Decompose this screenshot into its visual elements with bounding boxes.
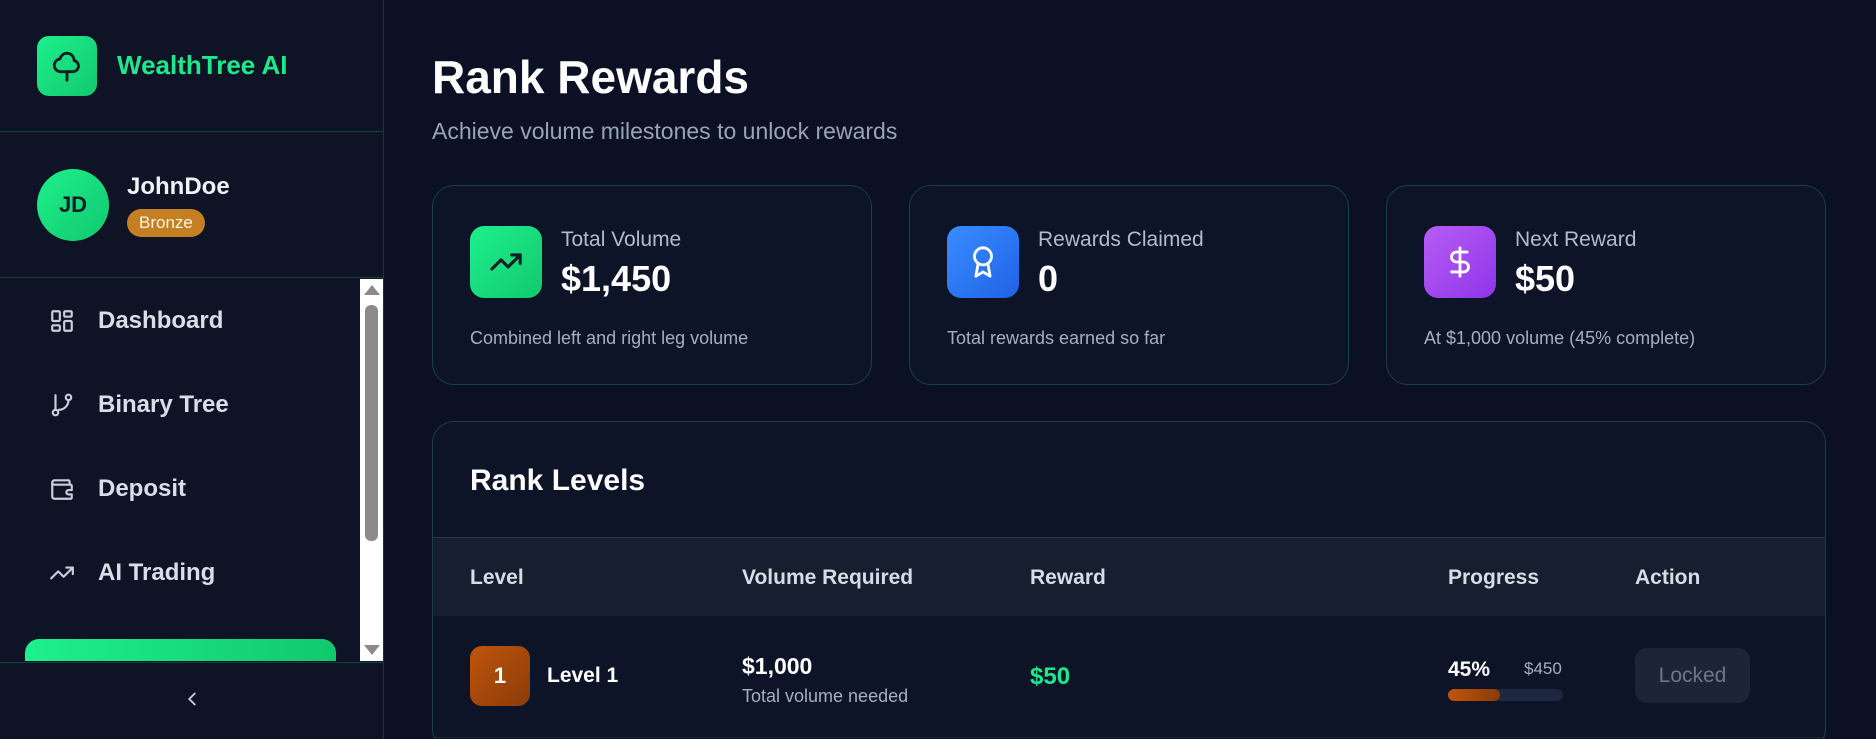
progress-bar bbox=[1448, 689, 1563, 701]
locked-button[interactable]: Locked bbox=[1635, 648, 1750, 703]
stat-value: 0 bbox=[1038, 258, 1059, 299]
chevron-left-icon bbox=[181, 688, 203, 715]
column-header-action: Action bbox=[1635, 566, 1701, 589]
column-header-progress: Progress bbox=[1448, 566, 1540, 589]
sidebar-item-label: Deposit bbox=[98, 475, 187, 502]
sidebar-item-active[interactable] bbox=[25, 639, 336, 661]
stat-label: Total Volume bbox=[561, 228, 682, 251]
rank-levels-panel: Rank Levels Level Volume Required Reward… bbox=[432, 421, 1826, 739]
level-badge: 1 bbox=[470, 646, 530, 706]
dashboard-icon bbox=[48, 307, 76, 335]
wallet-icon bbox=[48, 475, 76, 503]
scroll-down-arrow-icon[interactable] bbox=[364, 645, 380, 655]
stat-card-rewards-claimed: Rewards Claimed 0 Total rewards earned s… bbox=[909, 185, 1349, 385]
sidebar-item-dashboard[interactable]: Dashboard bbox=[0, 279, 360, 363]
scroll-up-arrow-icon[interactable] bbox=[364, 285, 380, 295]
column-header-volume: Volume Required bbox=[742, 566, 914, 589]
section-title: Rank Levels bbox=[470, 464, 646, 497]
scroll-thumb[interactable] bbox=[365, 305, 378, 541]
award-icon bbox=[947, 226, 1019, 298]
stat-label: Rewards Claimed bbox=[1038, 228, 1204, 251]
stat-value: $50 bbox=[1515, 258, 1576, 299]
volume-subtext: Total volume needed bbox=[742, 686, 909, 706]
page-title: Rank Rewards bbox=[432, 51, 750, 103]
dollar-icon bbox=[1424, 226, 1496, 298]
trending-up-icon bbox=[48, 559, 76, 587]
level-name: Level 1 bbox=[547, 664, 619, 687]
progress-amount: $450 bbox=[1524, 659, 1562, 678]
collapse-sidebar-button[interactable] bbox=[0, 662, 384, 739]
trending-up-icon bbox=[470, 226, 542, 298]
stat-description: Combined left and right leg volume bbox=[470, 328, 749, 348]
column-header-level: Level bbox=[470, 566, 524, 589]
brand[interactable]: WealthTree AI bbox=[0, 0, 383, 132]
sidebar-item-binary-tree[interactable]: Binary Tree bbox=[0, 363, 360, 447]
user-profile: JD JohnDoe Bronze bbox=[0, 132, 383, 278]
volume-required: $1,000 bbox=[742, 653, 813, 679]
stat-label: Next Reward bbox=[1515, 228, 1637, 251]
sidebar-item-label: Dashboard bbox=[98, 307, 224, 334]
stat-card-total-volume: Total Volume $1,450 Combined left and ri… bbox=[432, 185, 872, 385]
sidebar-nav: Dashboard Binary Tree Deposit AI Trading bbox=[0, 279, 360, 661]
column-header-reward: Reward bbox=[1030, 566, 1106, 589]
progress-percent: 45% bbox=[1448, 658, 1491, 681]
sidebar-item-ai-trading[interactable]: AI Trading bbox=[0, 531, 360, 615]
sidebar-item-label: AI Trading bbox=[98, 559, 216, 586]
table-row: 1 Level 1 $1,000 Total volume needed $50… bbox=[433, 616, 1825, 738]
page-subtitle: Achieve volume milestones to unlock rewa… bbox=[432, 118, 898, 144]
username: JohnDoe bbox=[127, 172, 230, 200]
progress-fill bbox=[1448, 689, 1500, 701]
stat-description: At $1,000 volume (45% complete) bbox=[1424, 328, 1696, 348]
sidebar-item-label: Binary Tree bbox=[98, 391, 229, 418]
sidebar-scrollbar[interactable] bbox=[360, 279, 383, 661]
tree-icon bbox=[37, 35, 97, 96]
stat-description: Total rewards earned so far bbox=[947, 328, 1166, 348]
avatar: JD bbox=[37, 168, 109, 241]
brand-name: WealthTree AI bbox=[117, 50, 288, 80]
sidebar-item-deposit[interactable]: Deposit bbox=[0, 447, 360, 531]
table-header: Level Volume Required Reward Progress Ac… bbox=[433, 537, 1825, 616]
rank-badge: Bronze bbox=[127, 208, 205, 237]
stat-card-next-reward: Next Reward $50 At $1,000 volume (45% co… bbox=[1386, 185, 1826, 385]
sidebar: WealthTree AI JD JohnDoe Bronze Dashboar… bbox=[0, 0, 384, 739]
stat-value: $1,450 bbox=[561, 258, 672, 299]
git-branch-icon bbox=[48, 391, 76, 419]
reward-amount: $50 bbox=[1030, 663, 1071, 690]
